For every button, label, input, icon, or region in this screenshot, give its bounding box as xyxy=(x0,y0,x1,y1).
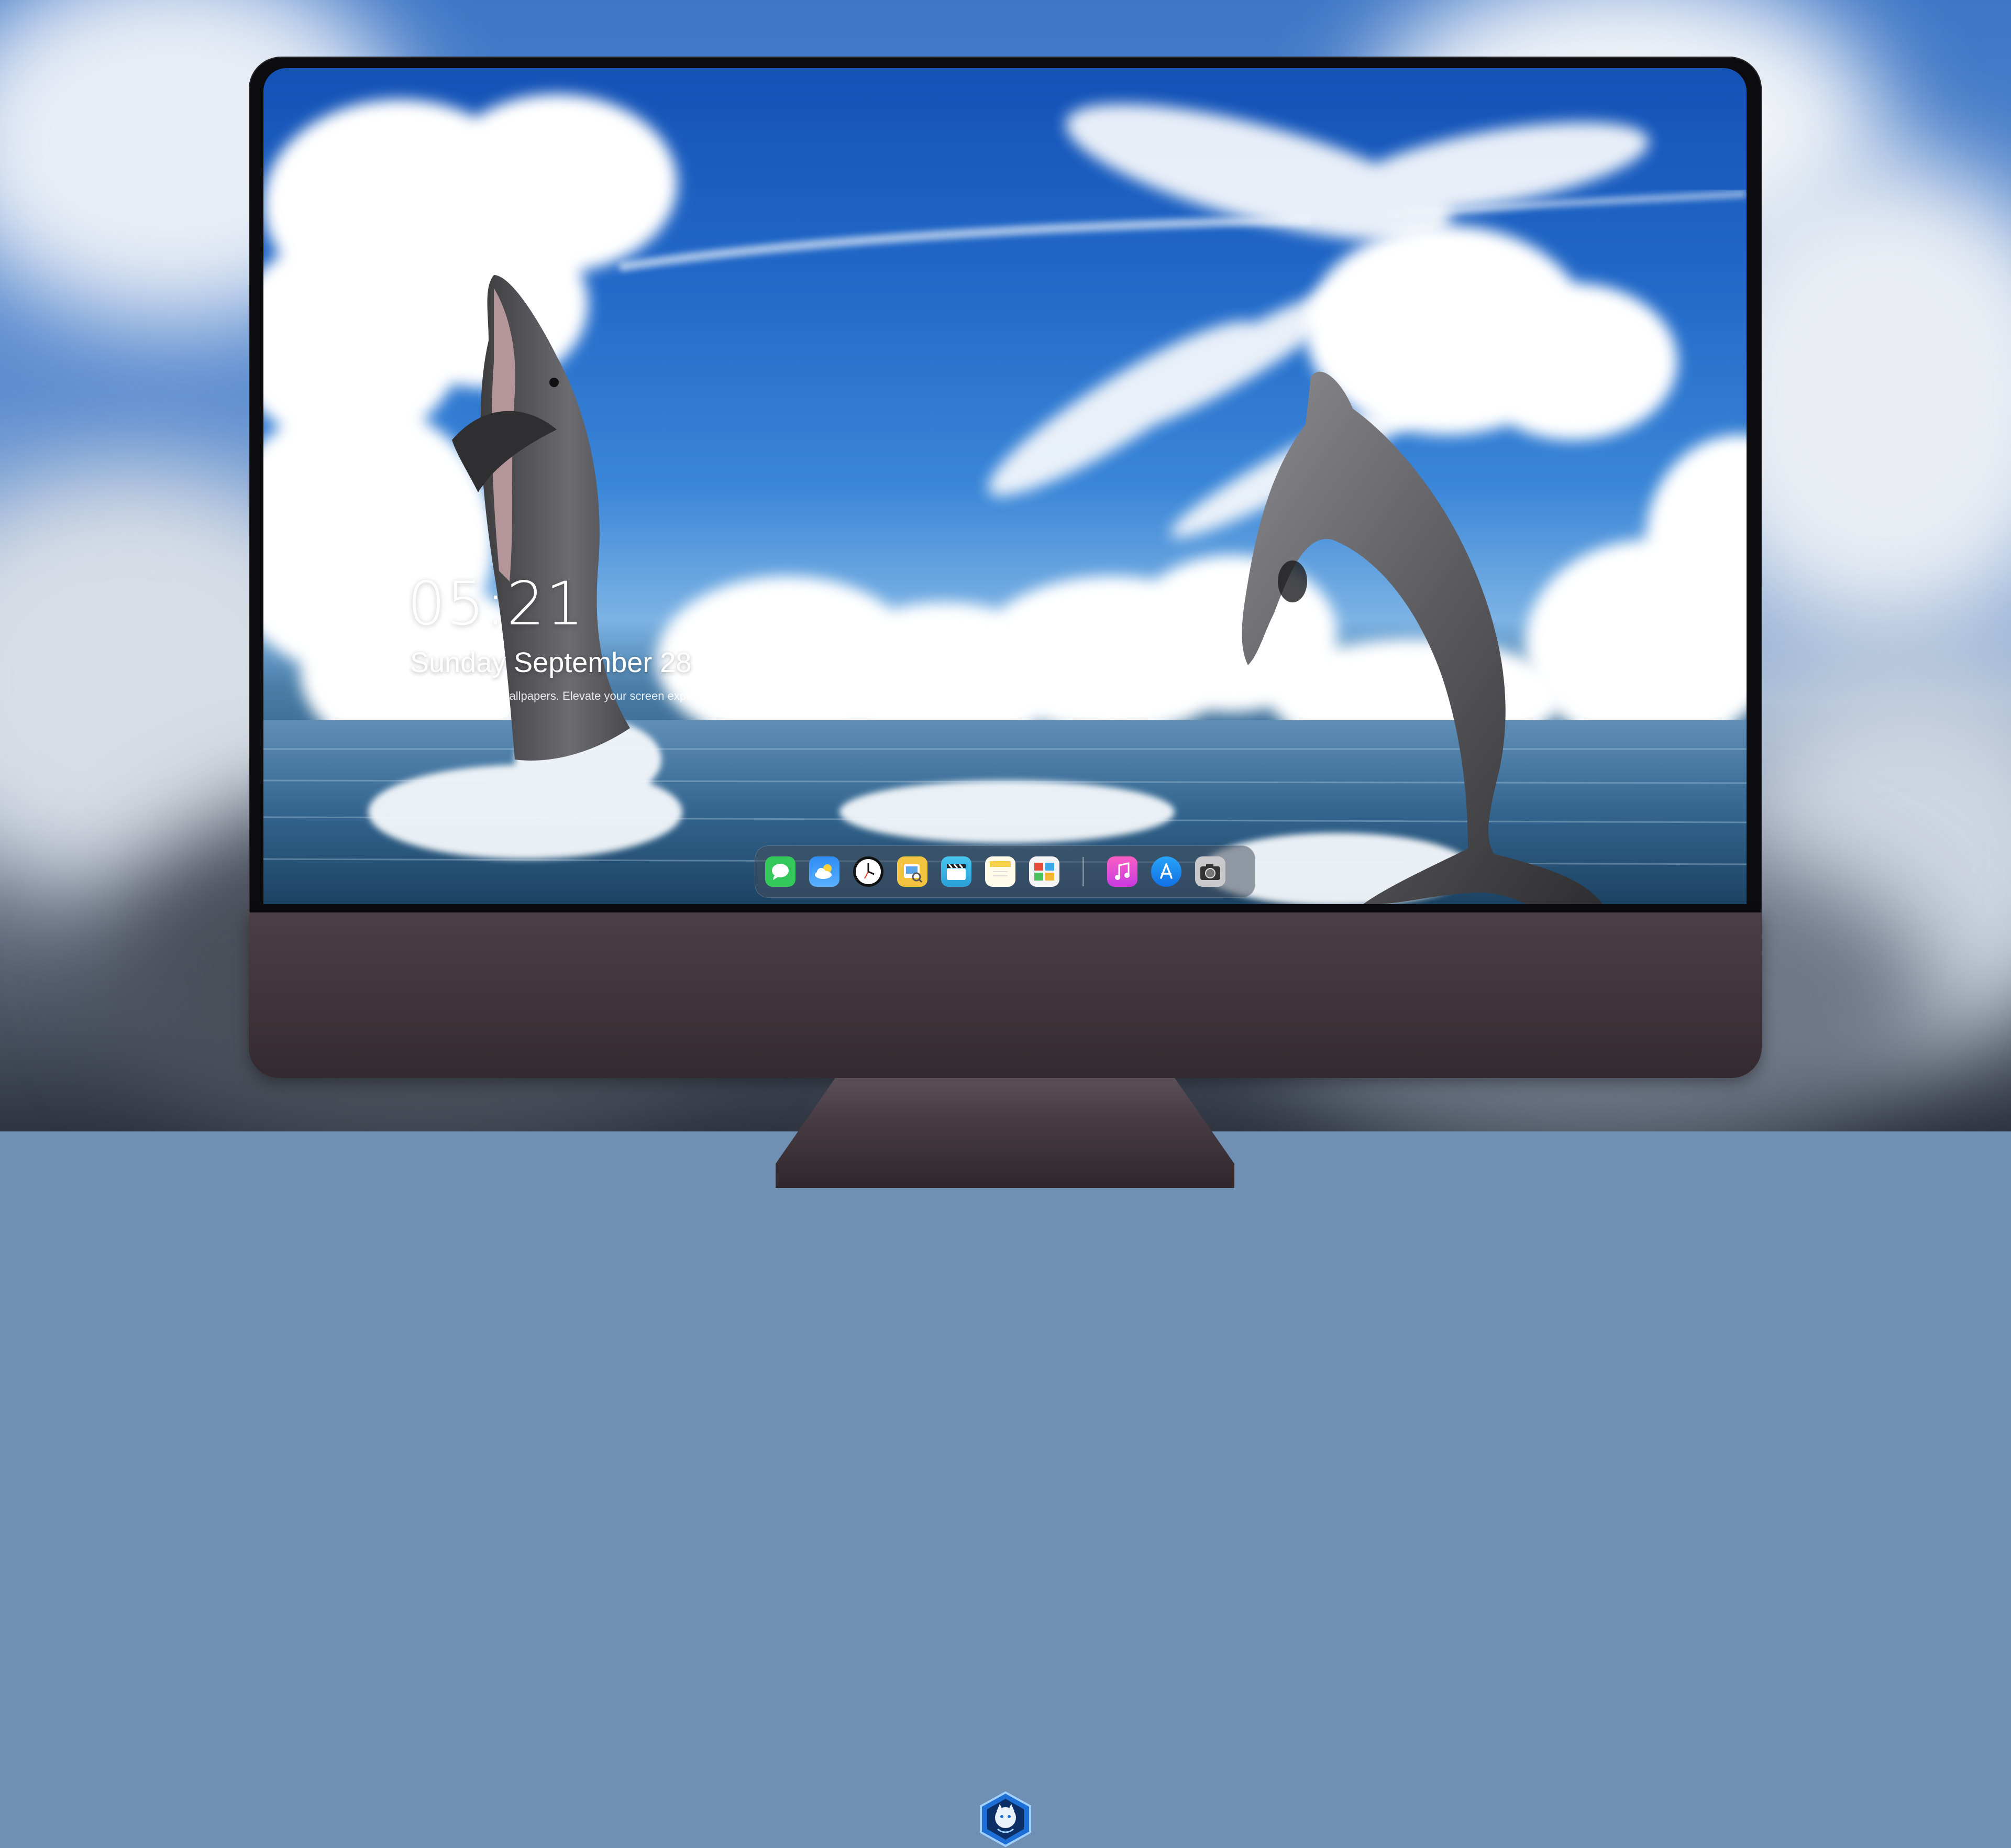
clock-icon[interactable] xyxy=(853,856,883,887)
camera-icon[interactable] xyxy=(1195,856,1225,887)
messages-icon[interactable] xyxy=(765,856,795,887)
monitor-bezel: 05:21 Sunday September 28 Preview stunni… xyxy=(249,57,1762,917)
clips-icon[interactable] xyxy=(941,856,971,887)
monitor-chin xyxy=(249,912,1762,1847)
music-icon[interactable] xyxy=(1107,856,1137,887)
photo-booth-icon[interactable] xyxy=(1029,856,1059,887)
monitor: 05:21 Sunday September 28 Preview stunni… xyxy=(249,57,1762,1847)
lock-screen[interactable]: 05:21 Sunday September 28 Preview stunni… xyxy=(263,68,1747,904)
lock-date: Sunday September 28 xyxy=(410,647,692,678)
lock-clock: 05:21 xyxy=(407,569,585,639)
dolphin-wallpaper xyxy=(263,94,1747,904)
dock xyxy=(755,845,1255,898)
weather-icon[interactable] xyxy=(809,856,839,887)
preview-icon[interactable] xyxy=(897,856,927,887)
mascot-logo-icon xyxy=(980,1791,1031,1847)
wallpaper-tagline: Preview stunning wallpapers. Elevate you… xyxy=(410,689,790,702)
monitor-stand xyxy=(776,1078,1234,1188)
dock-separator xyxy=(1082,857,1084,886)
app-store-icon[interactable] xyxy=(1151,856,1181,887)
notes-icon[interactable] xyxy=(985,856,1015,887)
